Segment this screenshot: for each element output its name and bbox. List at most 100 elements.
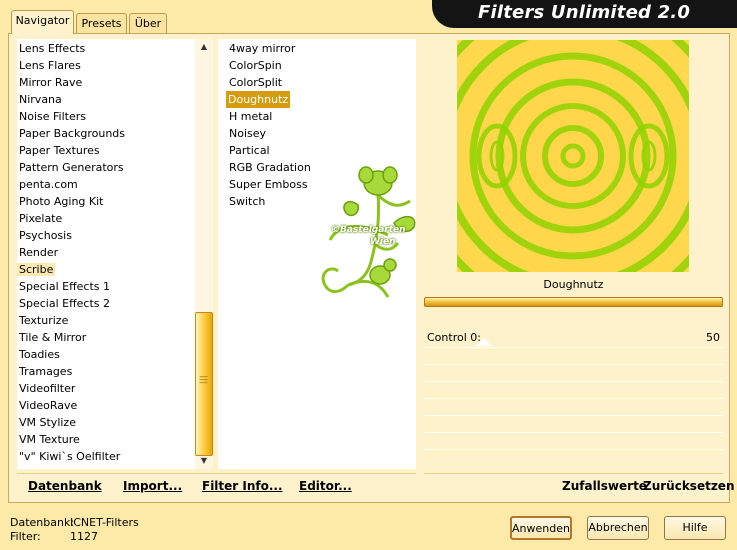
reset-button[interactable]: Zurücksetzen xyxy=(643,479,734,493)
category-item[interactable]: VideoRave xyxy=(17,397,195,414)
control-divider xyxy=(424,364,723,365)
watermark-flower-icon xyxy=(321,166,416,298)
category-label: Paper Backgrounds xyxy=(19,127,126,140)
watermark-text-2: Wien xyxy=(370,237,396,247)
datenbank-button[interactable]: Datenbank xyxy=(28,479,102,493)
category-item[interactable]: Paper Textures xyxy=(17,142,195,159)
filter-label: Partical xyxy=(229,144,270,157)
filter-item[interactable]: ColorSpin xyxy=(227,57,416,74)
filter-item[interactable]: Partical xyxy=(227,142,416,159)
category-label: Lens Effects xyxy=(19,42,86,55)
tab-navigator[interactable]: Navigator xyxy=(11,10,74,34)
filter-label: Super Emboss xyxy=(229,178,308,191)
tab-uber[interactable]: Über xyxy=(129,13,167,33)
category-item[interactable]: Texturize xyxy=(17,312,195,329)
category-label: Paper Textures xyxy=(19,144,100,157)
status-db-label: Datenbank: xyxy=(10,516,75,529)
filter-item[interactable]: Noisey xyxy=(227,125,416,142)
filter-list[interactable]: 4way mirror ColorSpin ColorSplit Doughnutz H… xyxy=(218,39,416,469)
grip-icon: ― ― ― xyxy=(199,372,208,387)
category-item[interactable]: Scribe xyxy=(17,261,195,278)
filter-item[interactable]: Doughnutz xyxy=(226,91,416,108)
preview-separator-bar xyxy=(424,297,723,307)
editor-button[interactable]: Editor... xyxy=(299,479,352,493)
category-item[interactable]: Psychosis xyxy=(17,227,195,244)
filter-item[interactable]: 4way mirror xyxy=(227,40,416,57)
category-item[interactable]: Special Effects 2 xyxy=(17,295,195,312)
category-label: "v" Kiwi`s Oelfilter xyxy=(19,450,121,463)
category-item[interactable]: Special Effects 1 xyxy=(17,278,195,295)
category-label: Scribe xyxy=(17,263,56,276)
category-label: Mirror Rave xyxy=(19,76,83,89)
filter-label: Switch xyxy=(229,195,266,208)
control-0-value: 50 xyxy=(706,331,720,344)
filter-label: H metal xyxy=(229,110,273,123)
category-label: VideoRave xyxy=(19,399,78,412)
control-divider xyxy=(424,449,723,450)
control-divider xyxy=(424,347,723,348)
scroll-up-icon[interactable]: ▲ xyxy=(195,39,213,55)
watermark-text-1: ©Bastelgarten xyxy=(331,225,406,235)
filter-label: Doughnutz xyxy=(226,91,291,108)
category-label: VM Texture xyxy=(19,433,80,446)
random-values-button[interactable]: Zufallswerte xyxy=(562,479,647,493)
scroll-thumb[interactable]: ― ― ― xyxy=(195,312,213,456)
category-item[interactable]: "v" Kiwi`s Oelfilter xyxy=(17,448,195,465)
filter-label: RGB Gradation xyxy=(229,161,311,174)
filter-info-button[interactable]: Filter Info... xyxy=(202,479,283,493)
category-item[interactable]: Tile & Mirror xyxy=(17,329,195,346)
category-item[interactable]: Nirvana xyxy=(17,91,195,108)
category-list[interactable]: Lens Effects Lens Flares Mirror Rave Nirvan… xyxy=(17,39,195,469)
filter-label: Noisey xyxy=(229,127,267,140)
filter-item[interactable]: H metal xyxy=(227,108,416,125)
status-db-value: ICNET-Filters xyxy=(70,516,139,529)
control-divider xyxy=(424,415,723,416)
filter-label: 4way mirror xyxy=(229,42,296,55)
category-label: Photo Aging Kit xyxy=(19,195,104,208)
filter-item[interactable]: ColorSplit xyxy=(227,74,416,91)
category-label: Pattern Generators xyxy=(19,161,124,174)
category-item[interactable]: VM Stylize xyxy=(17,414,195,431)
category-item[interactable]: Lens Effects xyxy=(17,40,195,57)
category-item[interactable]: Paper Backgrounds xyxy=(17,125,195,142)
category-label: Pixelate xyxy=(19,212,63,225)
status-filter-value: 1127 xyxy=(70,530,98,543)
app-title: Filters Unlimited 2.0 xyxy=(478,2,691,23)
category-item[interactable]: Toadies xyxy=(17,346,195,363)
category-label: Noise Filters xyxy=(19,110,86,123)
category-item[interactable]: Render xyxy=(17,244,195,261)
category-item[interactable]: penta.com xyxy=(17,176,195,193)
control-0-slider[interactable] xyxy=(476,338,492,346)
import-button[interactable]: Import... xyxy=(123,479,182,493)
category-item[interactable]: Pixelate xyxy=(17,210,195,227)
category-item[interactable]: VM Texture xyxy=(17,431,195,448)
category-label: Special Effects 2 xyxy=(19,297,111,310)
control-0-label: Control 0: xyxy=(427,331,481,344)
filter-label: ColorSplit xyxy=(229,76,283,89)
help-button[interactable]: Hilfe xyxy=(664,516,726,540)
category-label: Tile & Mirror xyxy=(19,331,87,344)
category-item[interactable]: Photo Aging Kit xyxy=(17,193,195,210)
category-item[interactable]: Pattern Generators xyxy=(17,159,195,176)
category-label: Texturize xyxy=(19,314,69,327)
preview-filter-name: Doughnutz xyxy=(424,274,723,296)
filter-label: ColorSpin xyxy=(229,59,282,72)
category-label: penta.com xyxy=(19,178,78,191)
category-label: Toadies xyxy=(19,348,60,361)
category-item[interactable]: Lens Flares xyxy=(17,57,195,74)
category-item[interactable]: Tramages xyxy=(17,363,195,380)
cancel-button[interactable]: Abbrechen xyxy=(587,516,649,540)
category-item[interactable]: Mirror Rave xyxy=(17,74,195,91)
preview-image xyxy=(457,40,689,272)
category-label: Tramages xyxy=(19,365,73,378)
apply-button[interactable]: Anwenden xyxy=(510,516,572,540)
category-item[interactable]: Noise Filters xyxy=(17,108,195,125)
tab-presets[interactable]: Presets xyxy=(76,13,127,33)
category-label: Lens Flares xyxy=(19,59,81,72)
control-divider xyxy=(424,432,723,433)
category-label: Videofilter xyxy=(19,382,76,395)
control-divider xyxy=(424,398,723,399)
category-item[interactable]: Videofilter xyxy=(17,380,195,397)
category-label: Render xyxy=(19,246,59,259)
category-label: Psychosis xyxy=(19,229,72,242)
